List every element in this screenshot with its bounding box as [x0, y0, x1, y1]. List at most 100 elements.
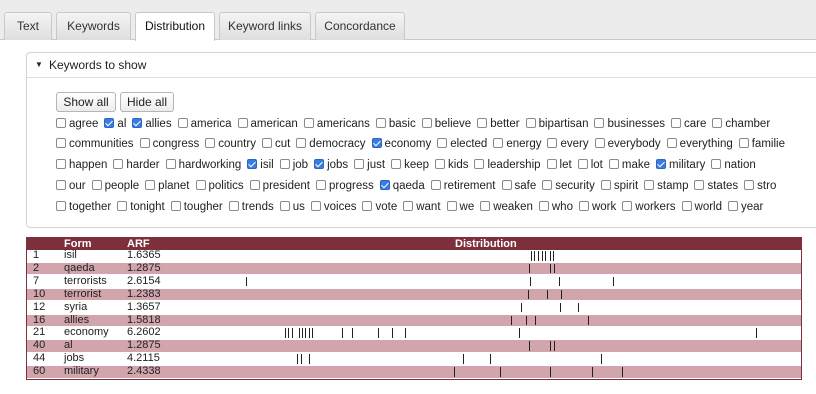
- checkbox-icon[interactable]: [594, 118, 605, 128]
- keyword-checkbox-jobs[interactable]: jobs: [314, 156, 348, 174]
- keyword-checkbox-safe[interactable]: safe: [501, 177, 536, 195]
- checkbox-icon[interactable]: [480, 201, 491, 211]
- checkbox-icon[interactable]: [249, 180, 260, 190]
- keyword-checkbox-keep[interactable]: keep: [391, 156, 429, 174]
- keyword-checkbox-people[interactable]: people: [91, 177, 139, 195]
- show-all-button[interactable]: Show all: [56, 92, 116, 112]
- keyword-checkbox-president[interactable]: president: [249, 177, 310, 195]
- keyword-checkbox-bipartisan[interactable]: bipartisan: [525, 115, 588, 133]
- checkbox-icon[interactable]: [296, 138, 307, 148]
- keyword-checkbox-allies[interactable]: allies: [132, 115, 172, 133]
- keyword-checkbox-country[interactable]: country: [205, 135, 256, 153]
- checkbox-icon[interactable]: [644, 180, 655, 190]
- checkbox-icon[interactable]: [391, 159, 402, 169]
- checkbox-icon[interactable]: [542, 180, 553, 190]
- keyword-checkbox-businesses[interactable]: businesses: [594, 115, 665, 133]
- checkbox-icon[interactable]: [608, 159, 619, 169]
- checkbox-icon[interactable]: [362, 201, 373, 211]
- keyword-checkbox-tougher[interactable]: tougher: [170, 198, 223, 216]
- keyword-checkbox-american[interactable]: american: [237, 115, 298, 133]
- keyword-checkbox-states[interactable]: states: [694, 177, 738, 195]
- checkbox-icon[interactable]: [354, 159, 365, 169]
- checkbox-icon[interactable]: [681, 201, 692, 211]
- keyword-checkbox-believe[interactable]: believe: [421, 115, 471, 133]
- distribution-row[interactable]: 44 jobs 4.2115: [27, 353, 801, 365]
- keyword-checkbox-cut[interactable]: cut: [261, 135, 290, 153]
- distribution-row[interactable]: 7 terrorists 2.6154: [27, 275, 801, 288]
- checkbox-icon[interactable]: [279, 201, 290, 211]
- keyword-checkbox-let[interactable]: let: [546, 156, 572, 174]
- checkbox-icon[interactable]: [117, 201, 128, 211]
- checkbox-icon[interactable]: [622, 201, 633, 211]
- checkbox-icon[interactable]: [237, 118, 248, 128]
- checkbox-icon[interactable]: [104, 118, 115, 128]
- tab-keywords[interactable]: Keywords: [56, 12, 131, 40]
- checkbox-icon[interactable]: [247, 159, 258, 169]
- keyword-checkbox-job[interactable]: job: [279, 156, 308, 174]
- checkbox-icon[interactable]: [375, 118, 386, 128]
- keyword-checkbox-nation[interactable]: nation: [711, 156, 756, 174]
- keyword-checkbox-economy[interactable]: economy: [371, 135, 431, 153]
- keyword-checkbox-stamp[interactable]: stamp: [644, 177, 688, 195]
- keyword-checkbox-chamber[interactable]: chamber: [712, 115, 770, 133]
- keyword-checkbox-congress[interactable]: congress: [139, 135, 199, 153]
- checkbox-icon[interactable]: [56, 138, 66, 148]
- checkbox-icon[interactable]: [56, 201, 66, 211]
- checkbox-icon[interactable]: [712, 118, 723, 128]
- checkbox-icon[interactable]: [546, 159, 557, 169]
- checkbox-icon[interactable]: [205, 138, 216, 148]
- distribution-row[interactable]: 40 al 1.2875: [27, 340, 801, 352]
- checkbox-icon[interactable]: [170, 201, 181, 211]
- keyword-checkbox-want[interactable]: want: [403, 198, 441, 216]
- keyword-checkbox-who[interactable]: who: [538, 198, 573, 216]
- tab-concordance[interactable]: Concordance: [315, 12, 405, 40]
- checkbox-icon[interactable]: [56, 180, 66, 190]
- hide-all-button[interactable]: Hide all: [120, 92, 174, 112]
- keyword-checkbox-leadership[interactable]: leadership: [474, 156, 541, 174]
- checkbox-icon[interactable]: [525, 118, 536, 128]
- checkbox-icon[interactable]: [666, 138, 677, 148]
- checkbox-icon[interactable]: [314, 159, 325, 169]
- keyword-checkbox-democracy[interactable]: democracy: [296, 135, 366, 153]
- keyword-checkbox-security[interactable]: security: [542, 177, 595, 195]
- checkbox-icon[interactable]: [279, 159, 290, 169]
- checkbox-icon[interactable]: [477, 118, 488, 128]
- keyword-checkbox-everybody[interactable]: everybody: [594, 135, 661, 153]
- checkbox-icon[interactable]: [145, 180, 156, 190]
- keyword-checkbox-vote[interactable]: vote: [362, 198, 397, 216]
- checkbox-icon[interactable]: [228, 201, 239, 211]
- keyword-checkbox-world[interactable]: world: [681, 198, 722, 216]
- checkbox-icon[interactable]: [139, 138, 150, 148]
- keyword-checkbox-every[interactable]: every: [547, 135, 589, 153]
- tab-distribution[interactable]: Distribution: [135, 12, 215, 41]
- checkbox-icon[interactable]: [694, 180, 705, 190]
- checkbox-icon[interactable]: [446, 201, 457, 211]
- keyword-checkbox-elected[interactable]: elected: [437, 135, 487, 153]
- keyword-checkbox-planet[interactable]: planet: [145, 177, 190, 195]
- checkbox-icon[interactable]: [577, 159, 588, 169]
- distribution-row[interactable]: 10 terrorist 1.2383: [27, 288, 801, 301]
- checkbox-icon[interactable]: [403, 201, 414, 211]
- keyword-checkbox-americans[interactable]: americans: [303, 115, 370, 133]
- checkbox-icon[interactable]: [371, 138, 382, 148]
- keyword-checkbox-workers[interactable]: workers: [622, 198, 676, 216]
- checkbox-icon[interactable]: [538, 201, 549, 211]
- keyword-checkbox-work[interactable]: work: [578, 198, 616, 216]
- checkbox-icon[interactable]: [315, 180, 326, 190]
- keyword-checkbox-tonight[interactable]: tonight: [117, 198, 165, 216]
- checkbox-icon[interactable]: [195, 180, 206, 190]
- checkbox-icon[interactable]: [310, 201, 321, 211]
- distribution-row[interactable]: 12 syria 1.3657: [27, 301, 801, 314]
- keyword-checkbox-lot[interactable]: lot: [577, 156, 603, 174]
- checkbox-icon[interactable]: [728, 201, 739, 211]
- checkbox-icon[interactable]: [177, 118, 188, 128]
- distribution-row[interactable]: 1 isil 1.6365: [27, 249, 801, 262]
- checkbox-icon[interactable]: [56, 159, 66, 169]
- keyword-checkbox-basic[interactable]: basic: [375, 115, 416, 133]
- checkbox-icon[interactable]: [113, 159, 124, 169]
- distribution-row[interactable]: 16 allies 1.5818: [27, 314, 801, 327]
- keyword-checkbox-kids[interactable]: kids: [435, 156, 468, 174]
- keyword-checkbox-weaken[interactable]: weaken: [480, 198, 533, 216]
- checkbox-icon[interactable]: [474, 159, 485, 169]
- keyword-checkbox-better[interactable]: better: [477, 115, 520, 133]
